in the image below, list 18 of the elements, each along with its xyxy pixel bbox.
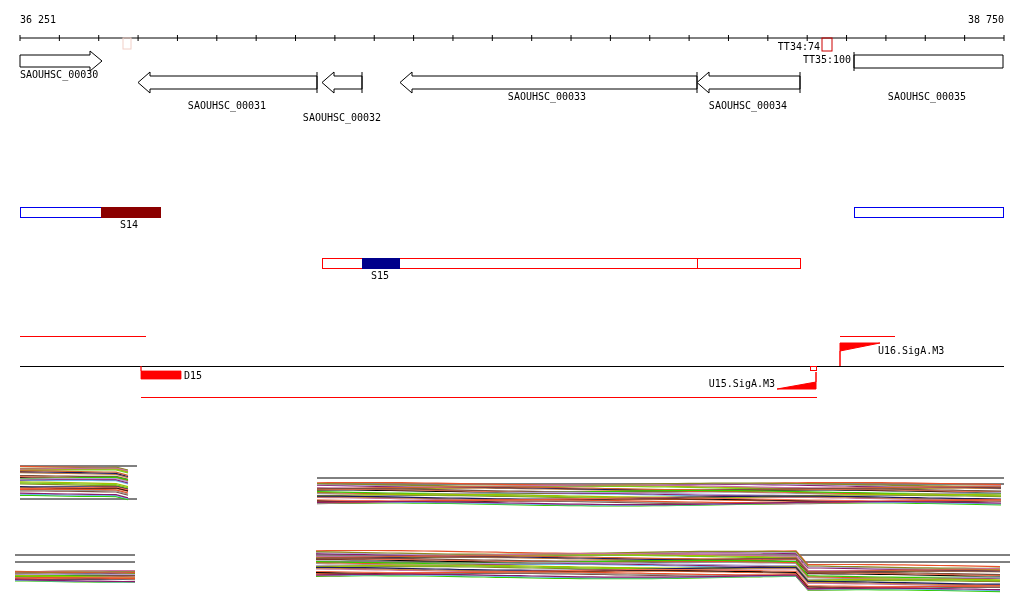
gene-label: SAOUHSC_00031	[187, 100, 267, 111]
ruler-start-label: 36 251	[20, 14, 57, 25]
gene-label: SAOUHSC_00034	[708, 100, 788, 111]
segment-label: S15	[370, 270, 390, 281]
terminator-label: TT35:100	[802, 54, 852, 65]
terminator-mark	[122, 37, 132, 50]
gene-label: SAOUHSC_00030	[20, 69, 99, 80]
signal-block[interactable]	[140, 365, 182, 380]
ruler-end-label: 38 750	[967, 14, 1004, 25]
gene-label: SAOUHSC_00035	[887, 91, 967, 102]
promoter-label: U16.SigA.M3	[878, 345, 945, 356]
gene-label: SAOUHSC_00033	[507, 91, 587, 102]
terminator-mark	[821, 37, 833, 52]
gene-label: SAOUHSC_00032	[302, 112, 382, 123]
promoter-label: U15.SigA.M3	[708, 378, 775, 389]
segment-label: S14	[119, 219, 139, 230]
signal-label: D15	[184, 370, 203, 381]
terminator-label: TT34:74	[777, 41, 820, 52]
